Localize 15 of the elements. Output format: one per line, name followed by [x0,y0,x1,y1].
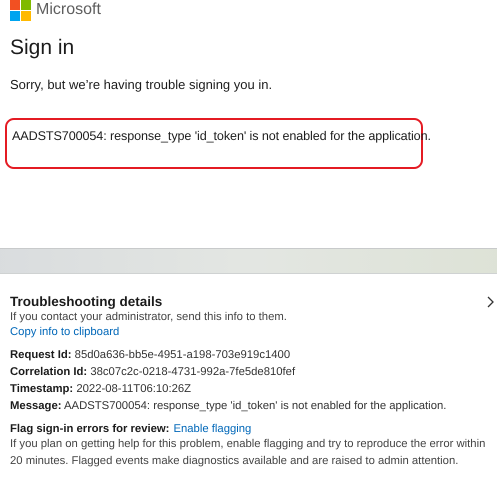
detail-line: Message: AADSTS700054: response_type 'id_token' is not enabled for the application. [10,399,448,413]
flag-note: If you plan on getting help for this problem, enable flagging and try to reproduce the error within 20 minutes. Flagged events make diagnostics available and are raised to admin attention. [10,437,486,469]
chevron-icon[interactable] [487,296,495,308]
detail-line: Correlation Id: 38c07c2c-0218-4731-992a-7fe5de810fef [10,365,296,379]
intro-text: Sorry, but we’re having trouble signing you in. [10,77,274,92]
enable-flagging-link[interactable]: Enable flagging [173,423,252,435]
logo-icon [10,0,31,20]
page-title: Sign in [10,36,76,60]
hint-text: If you contact your administrator, send this info to them. [10,311,288,323]
brand-name: Microsoft [36,1,101,19]
flag-label: Flag sign-in errors for review: [10,423,170,435]
detail-line: Timestamp: 2022-08-11T06:10:26Z [10,382,192,396]
detail-line: Request Id: 85d0a636-bb5e-4951-a198-703e919c1400 [10,348,292,362]
section-title: Troubleshooting details [10,294,162,309]
copy-link[interactable]: Copy info to clipboard [10,326,120,338]
